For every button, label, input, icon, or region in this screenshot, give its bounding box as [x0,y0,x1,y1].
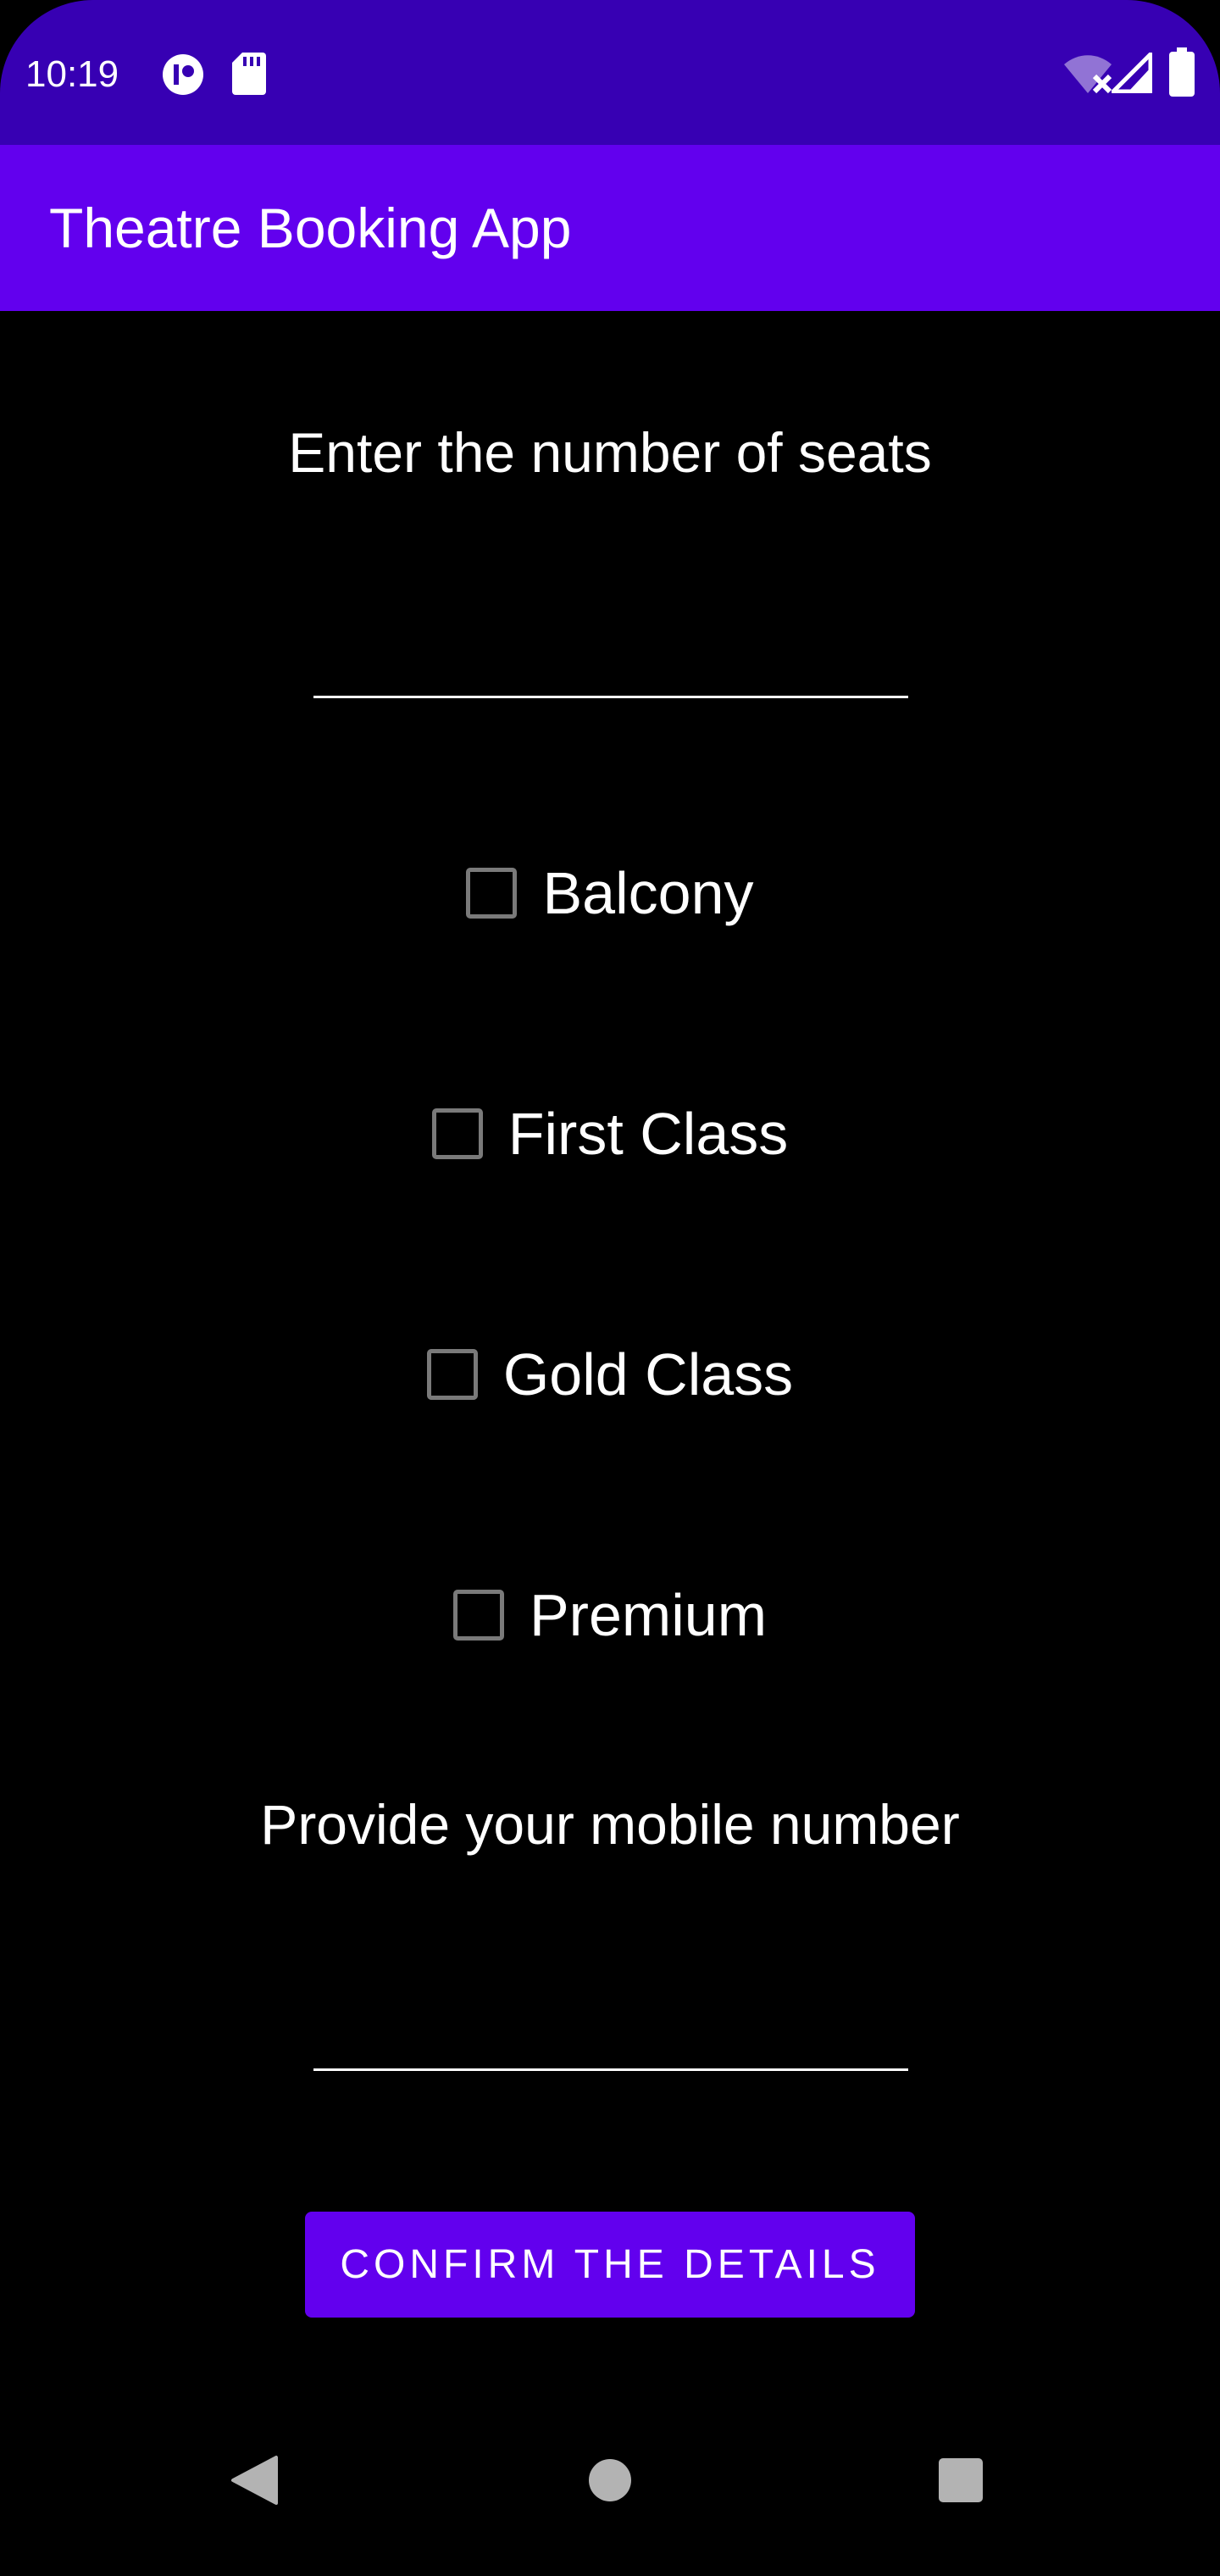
premium-checkbox[interactable] [452,1590,504,1641]
status-bar: 10:19 [0,0,1220,145]
gold-class-checkbox[interactable] [426,1349,478,1400]
mobile-label: Provide your mobile number [260,1793,960,1856]
home-icon[interactable] [559,2429,661,2531]
battery-icon [1169,47,1195,97]
wifi-off-icon [1064,55,1112,94]
confirm-button[interactable]: CONFIRM THE DETAILS [305,2212,915,2318]
app-notification-icon [163,54,203,95]
recents-icon[interactable] [910,2429,1012,2531]
status-time: 10:19 [25,53,119,95]
balcony-label: Balcony [542,860,754,926]
gold-class-label: Gold Class [502,1341,794,1407]
booking-form: Enter the number of seats Balcony First … [0,311,1220,2396]
seats-input[interactable] [313,622,908,698]
signal-icon [1112,53,1152,93]
app-bar: Theatre Booking App [0,145,1220,311]
app-title: Theatre Booking App [49,197,572,259]
back-icon[interactable] [203,2429,305,2531]
balcony-checkbox[interactable] [466,868,518,919]
navigation-bar [0,2396,1220,2576]
mobile-input[interactable] [313,1995,908,2071]
sd-card-icon [232,53,266,95]
option-first-class[interactable]: First Class [0,1093,1220,1174]
option-gold-class[interactable]: Gold Class [0,1334,1220,1415]
option-premium[interactable]: Premium [0,1574,1220,1656]
seats-label: Enter the number of seats [288,421,932,484]
app-screen: 10:19 Theatre Booking App Enter the numb… [0,0,1220,2576]
premium-label: Premium [529,1582,768,1648]
first-class-checkbox[interactable] [431,1108,483,1159]
option-balcony[interactable]: Balcony [0,852,1220,934]
first-class-label: First Class [507,1101,789,1167]
